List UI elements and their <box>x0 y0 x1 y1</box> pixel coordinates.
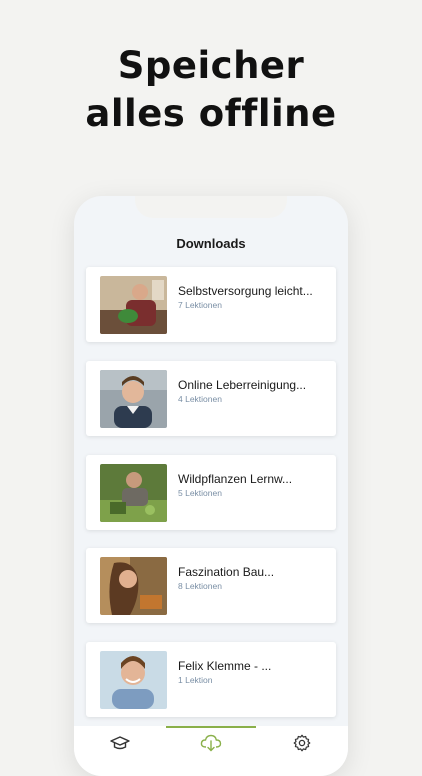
headline: Speicher alles offline <box>0 42 422 138</box>
cloud-download-icon <box>200 734 222 752</box>
thumbnail-image <box>100 276 167 334</box>
course-thumbnail <box>100 557 167 615</box>
phone-notch <box>135 196 287 218</box>
lesson-count: 8 Lektionen <box>178 581 222 591</box>
download-item[interactable]: Online Leberreinigung... 4 Lektionen <box>86 361 336 436</box>
thumbnail-image <box>100 370 167 428</box>
headline-line-2: alles offline <box>85 92 337 135</box>
course-title: Wildpflanzen Lernw... <box>178 472 293 486</box>
lesson-count: 4 Lektionen <box>178 394 222 404</box>
thumbnail-image <box>100 651 167 709</box>
lesson-count: 1 Lektion <box>178 675 213 685</box>
lesson-count: 7 Lektionen <box>178 300 222 310</box>
thumbnail-image <box>100 464 167 522</box>
active-tab-indicator <box>166 726 256 728</box>
tab-settings[interactable] <box>290 734 314 752</box>
course-thumbnail <box>100 651 167 709</box>
graduation-cap-icon <box>110 736 130 750</box>
headline-line-1: Speicher <box>117 44 305 87</box>
course-title: Selbstversorgung leicht... <box>178 284 313 298</box>
gear-icon <box>293 734 311 752</box>
download-item[interactable]: Felix Klemme - ... 1 Lektion <box>86 642 336 717</box>
tab-downloads[interactable] <box>199 734 223 752</box>
screen-title: Downloads <box>176 236 246 251</box>
course-thumbnail <box>100 370 167 428</box>
tab-courses[interactable] <box>108 734 132 752</box>
course-title: Felix Klemme - ... <box>178 659 272 673</box>
tab-bar <box>74 726 348 776</box>
download-item[interactable]: Faszination Bau... 8 Lektionen <box>86 548 336 623</box>
course-title: Faszination Bau... <box>178 565 275 579</box>
thumbnail-image <box>100 557 167 615</box>
course-thumbnail <box>100 464 167 522</box>
download-item[interactable]: Selbstversorgung leicht... 7 Lektionen <box>86 267 336 342</box>
phone-mockup: Downloads Selbstversorgung leicht... 7 L… <box>74 196 348 776</box>
course-title: Online Leberreinigung... <box>178 378 307 392</box>
lesson-count: 5 Lektionen <box>178 488 222 498</box>
download-item[interactable]: Wildpflanzen Lernw... 5 Lektionen <box>86 455 336 530</box>
course-thumbnail <box>100 276 167 334</box>
